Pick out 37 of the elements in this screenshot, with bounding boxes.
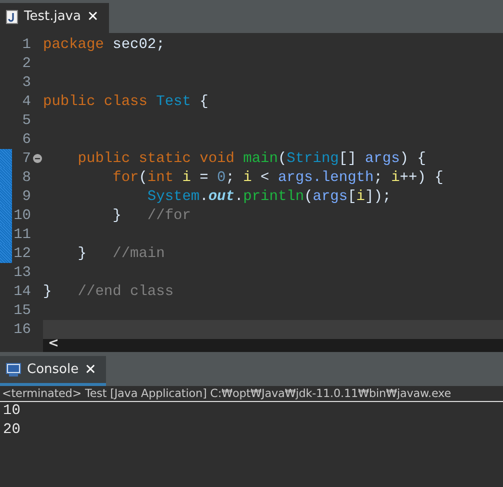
editor-tab[interactable]: Test.java ✕ (0, 3, 109, 33)
line-number: 2 (21, 56, 31, 72)
tab-title: Test.java (24, 9, 81, 24)
console-tab[interactable]: Console ✕ (0, 356, 106, 386)
line-number: 11 (12, 226, 31, 242)
line-number: 1 (21, 36, 31, 52)
line-number: 7 (21, 150, 31, 166)
line-number: 6 (21, 132, 31, 148)
line-number: 9 (21, 188, 31, 204)
collapse-icon[interactable] (32, 154, 42, 163)
console-status: <terminated> Test [Java Application] C:₩opt₩Java₩jdk-11.0.11₩bin₩javaw.exe (0, 386, 503, 402)
code-line: public class Test { (43, 94, 208, 110)
code-line: } //main (76, 246, 165, 262)
line-number: 16 (12, 322, 31, 338)
line-number: 12 (12, 246, 31, 262)
close-icon[interactable]: ✕ (84, 362, 96, 378)
close-icon[interactable]: ✕ (86, 8, 99, 24)
tab-title: Console (27, 362, 79, 377)
code-line: public static void main(String[] args) { (76, 150, 426, 166)
console-icon (6, 362, 21, 376)
scroll-left-arrow[interactable]: < (43, 336, 59, 351)
line-number: 13 (12, 264, 31, 280)
line-number: 3 (21, 74, 31, 90)
code-line: for(int i = 0; i < args.length; i++) { (112, 170, 444, 186)
line-number: 15 (12, 302, 31, 318)
line-number: 10 (12, 208, 31, 224)
line-number: 8 (21, 170, 31, 186)
code-line: package sec02; (43, 36, 165, 52)
code-line: } //for (112, 208, 191, 224)
java-file-icon (6, 10, 18, 24)
line-number: 5 (21, 112, 31, 128)
code-line: } //end class (43, 284, 174, 300)
line-number: 4 (21, 94, 31, 110)
code-line: System.out.println(args[i]); (146, 188, 392, 204)
line-number: 14 (12, 284, 31, 300)
console-output: 20 (2, 421, 22, 440)
console-output: 10 (2, 402, 22, 421)
